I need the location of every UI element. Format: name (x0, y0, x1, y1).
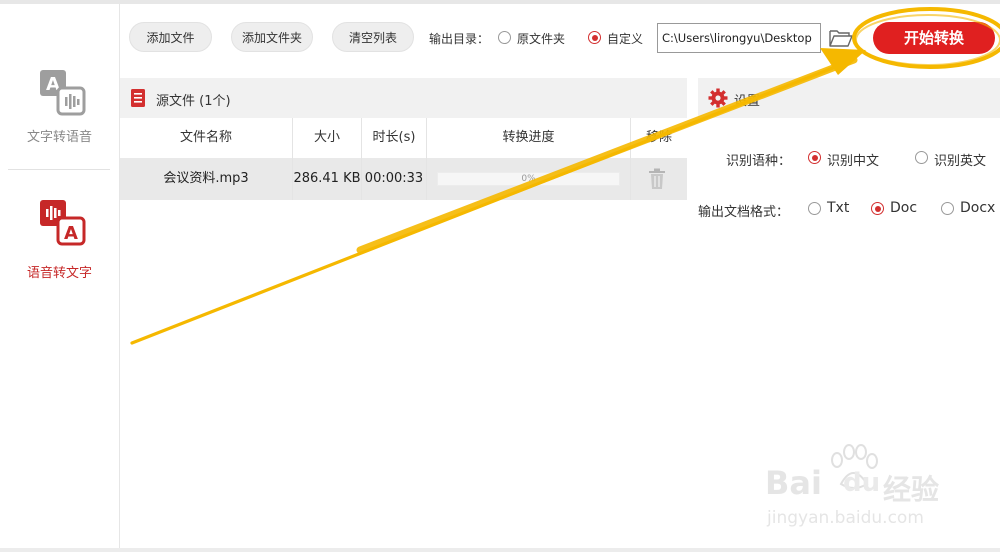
add-file-button[interactable]: 添加文件 (129, 22, 212, 52)
source-files-header: 源文件 (1个) (120, 78, 687, 118)
window-top-border (0, 0, 1000, 4)
sidebar-divider (8, 169, 110, 170)
watermark-suffix: 经验 (883, 473, 940, 506)
watermark-url: jingyan.baidu.com (767, 508, 924, 528)
column-divider (292, 118, 293, 200)
column-header-filename: 文件名称 (120, 118, 292, 158)
gear-icon (708, 88, 728, 108)
text-to-speech-icon: A (40, 70, 86, 116)
sidebar-item-label: 语音转文字 (26, 266, 92, 281)
radio-original-folder[interactable] (498, 31, 511, 44)
radio-docx[interactable] (941, 202, 954, 215)
folder-open-icon[interactable] (829, 28, 853, 48)
output-dir-label: 输出目录： (429, 32, 490, 46)
sidebar: A 文字转语音 A 语音转文字 (0, 4, 120, 548)
watermark-brand2: du (843, 468, 881, 498)
sidebar-item-label: 文字转语音 (26, 130, 92, 145)
column-header-progress: 转换进度 (427, 118, 630, 158)
language-label: 识别语种： (726, 154, 792, 169)
output-path-input[interactable] (657, 23, 821, 53)
column-divider (361, 118, 362, 200)
radio-original-folder-label[interactable]: 原文件夹 (517, 30, 565, 47)
window-bottom-border (0, 548, 1000, 552)
format-label: 输出文档格式： (698, 205, 790, 220)
radio-chinese-label[interactable]: 识别中文 (827, 150, 879, 169)
radio-custom-folder[interactable] (588, 31, 601, 44)
watermark-brand: Bai (765, 464, 822, 502)
radio-doc[interactable] (871, 202, 884, 215)
start-convert-button[interactable]: 开始转换 (873, 22, 995, 54)
settings-title: 设置 (734, 94, 761, 109)
trash-icon[interactable] (648, 168, 666, 190)
progress-bar: 0% (437, 172, 620, 186)
radio-english-label[interactable]: 识别英文 (934, 150, 986, 169)
svg-text:A: A (64, 223, 78, 244)
radio-txt-label[interactable]: Txt (827, 200, 849, 216)
column-header-size: 大小 (293, 118, 361, 158)
radio-docx-label[interactable]: Docx (960, 200, 995, 216)
sidebar-item-speech-to-text[interactable]: A 语音转文字 (0, 198, 119, 288)
file-duration-cell: 00:00:33 (364, 171, 424, 186)
radio-doc-label[interactable]: Doc (890, 200, 917, 216)
clear-list-button[interactable]: 清空列表 (332, 22, 414, 52)
radio-chinese[interactable] (808, 151, 821, 164)
sidebar-item-text-to-speech[interactable]: A 文字转语音 (0, 62, 119, 152)
file-name-cell: 会议资料.mp3 (163, 171, 249, 186)
file-size-cell: 286.41 KB (293, 171, 361, 186)
settings-header: 设置 (698, 78, 1000, 118)
watermark: Bai du 经验 jingyan.baidu.com (765, 444, 1000, 534)
add-folder-button[interactable]: 添加文件夹 (231, 22, 313, 52)
radio-english[interactable] (915, 151, 928, 164)
document-icon (131, 89, 145, 107)
radio-custom-folder-label[interactable]: 自定义 (607, 30, 643, 47)
source-files-title: 源文件 (1个) (156, 94, 231, 109)
column-header-duration: 时长(s) (362, 118, 426, 158)
radio-txt[interactable] (808, 202, 821, 215)
column-header-remove: 移除 (631, 118, 687, 158)
column-divider (630, 118, 631, 200)
column-divider (426, 118, 427, 200)
speech-to-text-icon: A (40, 200, 86, 246)
